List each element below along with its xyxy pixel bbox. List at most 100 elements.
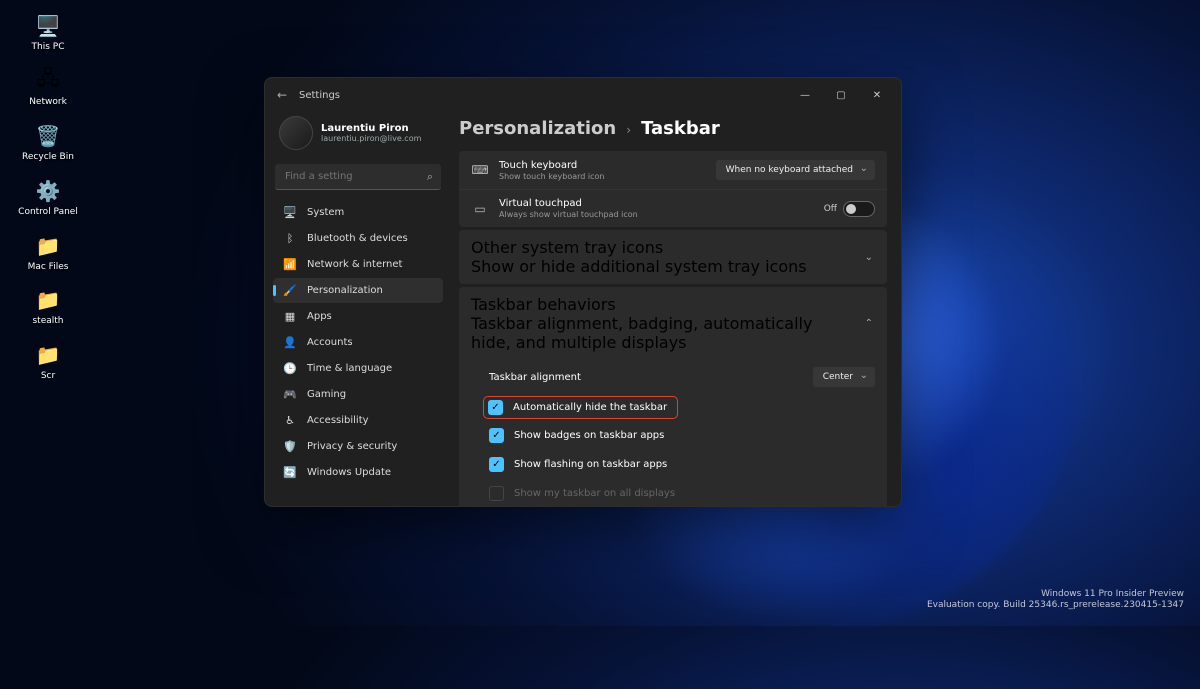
sidebar-item-time-language[interactable]: 🕒 Time & language — [273, 356, 443, 381]
chevron-up-icon[interactable]: ⌃ — [863, 318, 875, 329]
subrow-badges[interactable]: ✓ Show badges on taskbar apps — [459, 421, 887, 450]
titlebar: ← Settings — ▢ ✕ — [265, 78, 901, 112]
sidebar-item-windows-update[interactable]: 🔄 Windows Update — [273, 460, 443, 485]
desktop-icon-network[interactable]: 🖧 Network — [10, 67, 86, 108]
back-button[interactable]: ← — [277, 88, 299, 102]
watermark-line1: Windows 11 Pro Insider Preview — [927, 589, 1184, 601]
desktop-icon-recycle-bin[interactable]: 🗑️ Recycle Bin — [10, 122, 86, 163]
watermark-line2: Evaluation copy. Build 25346.rs_prerelea… — [927, 600, 1184, 612]
subrow-flashing[interactable]: ✓ Show flashing on taskbar apps — [459, 450, 887, 479]
row-other-tray-icons-card: Other system tray icons Show or hide add… — [459, 230, 887, 284]
network-icon: 🖧 — [34, 67, 62, 95]
alignment-dropdown[interactable]: Center — [813, 367, 875, 387]
trash-icon: 🗑️ — [34, 122, 62, 150]
user-name: Laurentiu Piron — [321, 123, 421, 134]
brush-icon: 🖌️ — [283, 284, 297, 297]
row-virtual-touchpad[interactable]: ▭ Virtual touchpad Always show virtual t… — [459, 189, 887, 227]
nav-label: Privacy & security — [307, 441, 397, 452]
subrow-auto-hide[interactable]: ✓ Automatically hide the taskbar — [483, 396, 678, 419]
clock-icon: 🕒 — [283, 362, 297, 375]
virtual-touchpad-toggle[interactable] — [843, 201, 875, 217]
row-touch-keyboard-card: ⌨ Touch keyboard Show touch keyboard ico… — [459, 151, 887, 227]
search-box: ⌕ — [275, 164, 441, 190]
breadcrumb-parent[interactable]: Personalization — [459, 118, 616, 139]
row-title: Touch keyboard — [499, 160, 706, 171]
row-taskbar-behaviors-card: Taskbar behaviors Taskbar alignment, bad… — [459, 287, 887, 506]
breadcrumb-current: Taskbar — [641, 118, 720, 139]
badges-checkbox[interactable]: ✓ — [489, 428, 504, 443]
sidebar-item-bluetooth[interactable]: ᛒ Bluetooth & devices — [273, 226, 443, 251]
user-email: laurentiu.piron@live.com — [321, 134, 421, 143]
row-touch-keyboard[interactable]: ⌨ Touch keyboard Show touch keyboard ico… — [459, 151, 887, 189]
row-subtitle: Taskbar alignment, badging, automaticall… — [471, 314, 853, 352]
sidebar-item-system[interactable]: 🖥️System — [273, 200, 443, 225]
sidebar-item-accounts[interactable]: 👤 Accounts — [273, 330, 443, 355]
update-icon: 🔄 — [283, 466, 297, 479]
touchpad-icon: ▭ — [471, 202, 489, 216]
desktop-icon-this-pc[interactable]: 🖥️ This PC — [10, 12, 86, 53]
setting-label: Automatically hide the taskbar — [513, 402, 667, 413]
apps-icon: ▦ — [283, 310, 297, 323]
icon-label: stealth — [32, 317, 63, 327]
nav-label: Accessibility — [307, 415, 369, 426]
search-input[interactable] — [275, 164, 441, 190]
sidebar-item-apps[interactable]: ▦ Apps — [273, 304, 443, 329]
wifi-icon: 📶 — [283, 258, 297, 271]
search-icon[interactable]: ⌕ — [427, 170, 433, 184]
nav-label: Gaming — [307, 389, 346, 400]
row-subtitle: Always show virtual touchpad icon — [499, 210, 814, 219]
desktop-icon-stealth[interactable]: 📁 stealth — [10, 286, 86, 327]
desktop-icon-control-panel[interactable]: ⚙️Control Panel — [10, 177, 86, 218]
bluetooth-icon: ᛒ — [283, 232, 297, 245]
gaming-icon: 🎮 — [283, 388, 297, 401]
chevron-down-icon[interactable]: ⌄ — [863, 252, 875, 263]
maximize-button[interactable]: ▢ — [823, 80, 859, 110]
sidebar-item-gaming[interactable]: 🎮 Gaming — [273, 382, 443, 407]
sidebar-item-personalization[interactable]: 🖌️Personalization — [273, 278, 443, 303]
nav-label: Windows Update — [307, 467, 391, 478]
icon-label: Network — [29, 98, 67, 108]
auto-hide-checkbox[interactable]: ✓ — [488, 400, 503, 415]
row-subtitle: Show or hide additional system tray icon… — [471, 257, 853, 276]
breadcrumb: Personalization › Taskbar — [459, 112, 887, 151]
nav-label: Bluetooth & devices — [307, 233, 408, 244]
nav-label: Accounts — [307, 337, 353, 348]
touch-keyboard-dropdown[interactable]: When no keyboard attached — [716, 160, 875, 180]
icon-label: Control Panel — [18, 208, 78, 218]
all-displays-checkbox — [489, 486, 504, 501]
icon-label: Mac Files — [28, 263, 69, 273]
row-other-tray-icons[interactable]: Other system tray icons Show or hide add… — [459, 230, 887, 284]
setting-label: Show badges on taskbar apps — [514, 430, 664, 441]
nav-label: Time & language — [307, 363, 392, 374]
folder-icon: 📁 — [34, 286, 62, 314]
subrow-all-displays: Show my taskbar on all displays — [459, 479, 887, 506]
sidebar-item-privacy[interactable]: 🛡️Privacy & security — [273, 434, 443, 459]
person-icon: 👤 — [283, 336, 297, 349]
setting-label: Show flashing on taskbar apps — [514, 459, 667, 470]
folder-icon: 📁 — [34, 232, 62, 260]
desktop-icon-mac-files[interactable]: 📁 Mac Files — [10, 232, 86, 273]
nav-label: Network & internet — [307, 259, 402, 270]
chevron-right-icon: › — [626, 123, 631, 137]
row-title: Other system tray icons — [471, 238, 853, 257]
accessibility-icon: ♿ — [283, 414, 297, 427]
user-profile[interactable]: Laurentiu Piron laurentiu.piron@live.com — [273, 112, 443, 158]
nav-label: Apps — [307, 311, 332, 322]
sidebar: Laurentiu Piron laurentiu.piron@live.com… — [265, 112, 451, 506]
folder-icon: 📁 — [34, 341, 62, 369]
system-icon: 🖥️ — [283, 206, 297, 219]
toggle-label: Off — [824, 204, 837, 214]
sidebar-item-network[interactable]: 📶 Network & internet — [273, 252, 443, 277]
sidebar-item-accessibility[interactable]: ♿ Accessibility — [273, 408, 443, 433]
flashing-checkbox[interactable]: ✓ — [489, 457, 504, 472]
window-title: Settings — [299, 90, 340, 101]
icon-label: Recycle Bin — [22, 153, 74, 163]
pc-icon: 🖥️ — [34, 12, 62, 40]
keyboard-icon: ⌨ — [471, 163, 489, 177]
icon-label: This PC — [32, 43, 65, 53]
close-button[interactable]: ✕ — [859, 80, 895, 110]
desktop-icon-scr[interactable]: 📁Scr — [10, 341, 86, 382]
content-area: Personalization › Taskbar ⌨ Touch keyboa… — [451, 112, 901, 506]
row-taskbar-behaviors[interactable]: Taskbar behaviors Taskbar alignment, bad… — [459, 287, 887, 360]
minimize-button[interactable]: — — [787, 80, 823, 110]
